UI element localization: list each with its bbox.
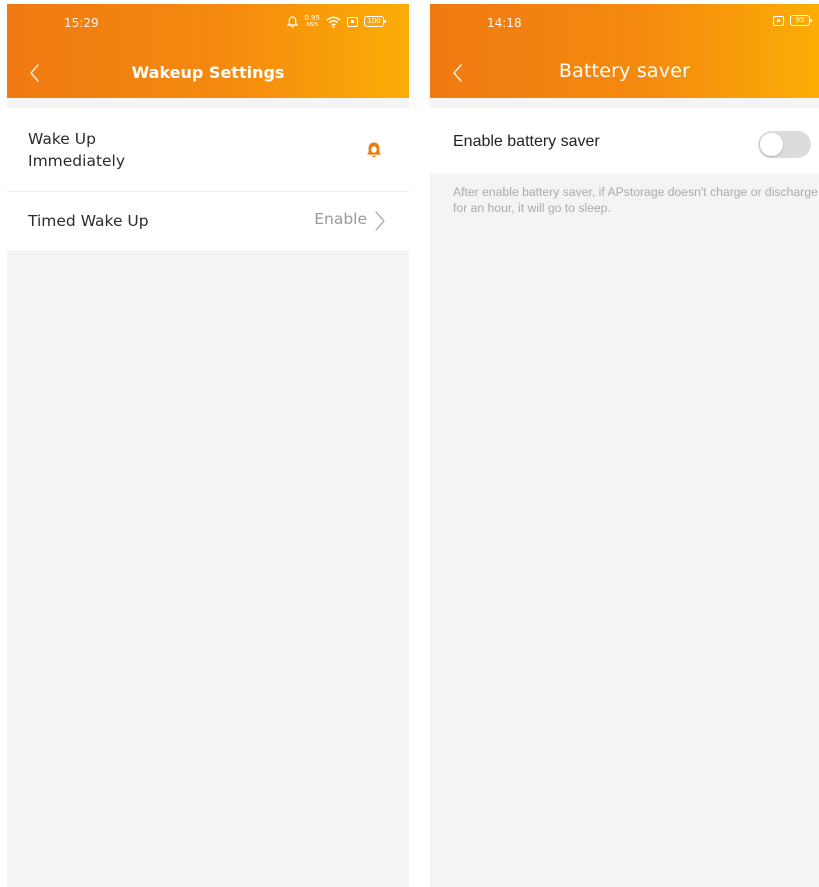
wakeup-settings-screen: 15:29 0.95 KB/S 100 Wakeup Settings Wake…	[7, 4, 409, 887]
page-title: Wakeup Settings	[131, 63, 285, 82]
network-rate-value: 0.95	[304, 14, 320, 22]
battery-saver-label: Enable battery saver	[453, 133, 600, 150]
status-time: 15:29	[64, 16, 99, 30]
timed-wake-up-row[interactable]: Timed Wake Up Enable	[7, 192, 409, 250]
sim-icon	[773, 15, 784, 26]
settings-list: Wake Up Immediately Timed Wake Up Enable	[7, 108, 409, 250]
status-icons: 0.95 KB/S 100	[287, 14, 386, 29]
page-title: Battery saver	[558, 60, 691, 82]
bell-icon	[367, 142, 381, 158]
bell-icon	[287, 15, 299, 28]
app-header: 14:18 95 Battery saver	[430, 4, 819, 98]
timed-wake-up-value: Enable	[314, 210, 367, 228]
status-icons: 95	[773, 15, 812, 26]
battery-saver-row: Enable battery saver	[430, 108, 819, 174]
battery-saver-screen: 14:18 95 Battery saver Enable battery sa…	[430, 4, 819, 887]
battery-saver-description: After enable battery saver, if APstorage…	[453, 185, 818, 215]
app-header: 15:29 0.95 KB/S 100 Wakeup Settings	[7, 4, 409, 98]
battery-level: 100	[367, 17, 381, 25]
status-time: 14:18	[487, 16, 522, 30]
network-rate: 0.95 KB/S	[304, 14, 320, 29]
network-rate-unit: KB/S	[306, 22, 318, 28]
wifi-icon	[326, 16, 341, 28]
battery-icon: 100	[364, 16, 386, 27]
battery-saver-toggle[interactable]	[758, 131, 811, 158]
wake-up-button[interactable]	[365, 141, 383, 159]
wake-up-immediately-row[interactable]: Wake Up Immediately	[7, 108, 409, 192]
sim-icon	[347, 16, 358, 27]
wake-up-immediately-label: Wake Up Immediately	[28, 129, 126, 170]
battery-level: 95	[795, 16, 805, 24]
timed-wake-up-label: Timed Wake Up	[28, 212, 149, 230]
battery-icon: 95	[790, 15, 812, 26]
chevron-right-icon	[375, 211, 385, 231]
toggle-knob	[760, 133, 783, 156]
